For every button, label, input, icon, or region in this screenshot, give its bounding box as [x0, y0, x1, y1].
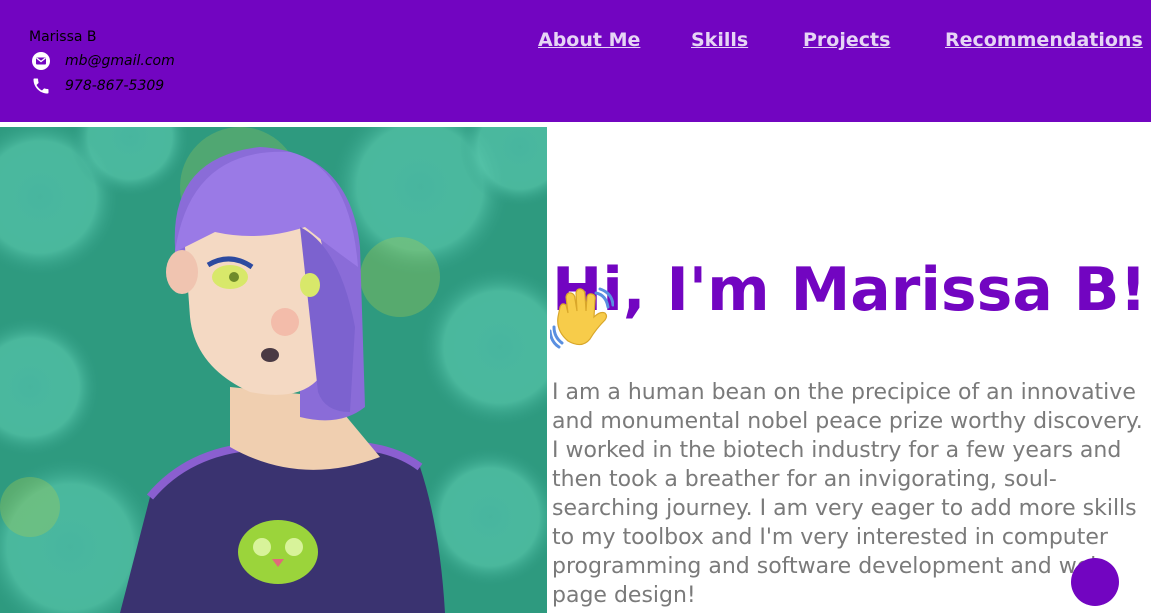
- phone-row: 978-867-5309: [29, 76, 175, 96]
- hero-heading: Hi, I'm Marissa B!: [552, 255, 1147, 326]
- site-header: Marissa B mb@gmail.com 978-867-5309 Abou…: [0, 0, 1151, 122]
- phone-icon: [29, 76, 53, 96]
- nav-skills[interactable]: Skills: [691, 29, 748, 53]
- mail-icon: [29, 51, 53, 71]
- waving-hand-icon: [548, 287, 615, 353]
- bio-paragraph: I am a human bean on the precipice of an…: [552, 380, 1143, 608]
- floating-action-button[interactable]: [1071, 558, 1119, 606]
- contact-name: Marissa B: [29, 29, 97, 45]
- email-row: mb@gmail.com: [29, 51, 175, 71]
- contact-email[interactable]: mb@gmail.com: [65, 53, 175, 69]
- profile-illustration: [0, 127, 547, 613]
- contact-phone[interactable]: 978-867-5309: [65, 78, 164, 94]
- nav-projects[interactable]: Projects: [803, 29, 890, 53]
- contact-block: Marissa B mb@gmail.com 978-867-5309: [29, 28, 175, 96]
- nav-about-me[interactable]: About Me: [538, 29, 640, 53]
- nav-recommendations[interactable]: Recommendations: [945, 29, 1143, 53]
